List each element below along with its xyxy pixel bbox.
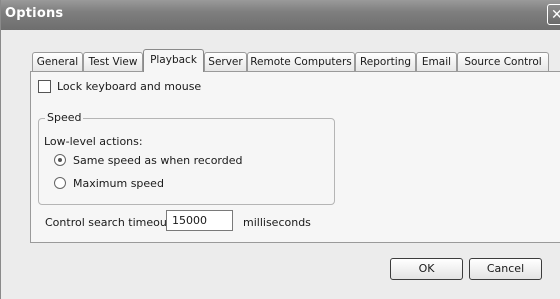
- low-level-actions-label: Low-level actions:: [44, 135, 143, 148]
- tab-playback[interactable]: Playback: [143, 49, 204, 72]
- cancel-button[interactable]: Cancel: [469, 258, 542, 280]
- same-speed-radio[interactable]: [54, 154, 66, 166]
- speed-group-legend: Speed: [45, 111, 84, 124]
- options-dialog: Options ✕ General Test View Playback Ser…: [0, 0, 560, 299]
- control-search-timeout-input[interactable]: [166, 210, 233, 231]
- tab-server[interactable]: Server: [204, 52, 247, 71]
- window-title: Options: [5, 6, 64, 21]
- tab-source-control[interactable]: Source Control: [457, 52, 549, 71]
- lock-keyboard-mouse-label: Lock keyboard and mouse: [57, 80, 202, 93]
- timeout-unit-label: milliseconds: [243, 216, 311, 229]
- ok-button[interactable]: OK: [390, 258, 463, 280]
- tab-test-view[interactable]: Test View: [83, 52, 143, 71]
- maximum-speed-label: Maximum speed: [73, 177, 164, 190]
- close-button[interactable]: ✕: [547, 4, 560, 25]
- lock-keyboard-mouse-checkbox[interactable]: [38, 80, 51, 93]
- tab-reporting[interactable]: Reporting: [355, 52, 416, 71]
- close-icon: ✕: [551, 7, 560, 23]
- tab-remote-computers[interactable]: Remote Computers: [247, 52, 355, 71]
- control-search-timeout-label: Control search timeout:: [45, 216, 175, 229]
- tab-general[interactable]: General: [32, 52, 83, 71]
- tab-email[interactable]: Email: [416, 52, 457, 71]
- same-speed-label: Same speed as when recorded: [73, 154, 243, 167]
- tab-strip: General Test View Playback Server Remote…: [1, 49, 560, 72]
- maximum-speed-radio[interactable]: [54, 177, 66, 189]
- title-bar[interactable]: Options ✕: [1, 0, 560, 30]
